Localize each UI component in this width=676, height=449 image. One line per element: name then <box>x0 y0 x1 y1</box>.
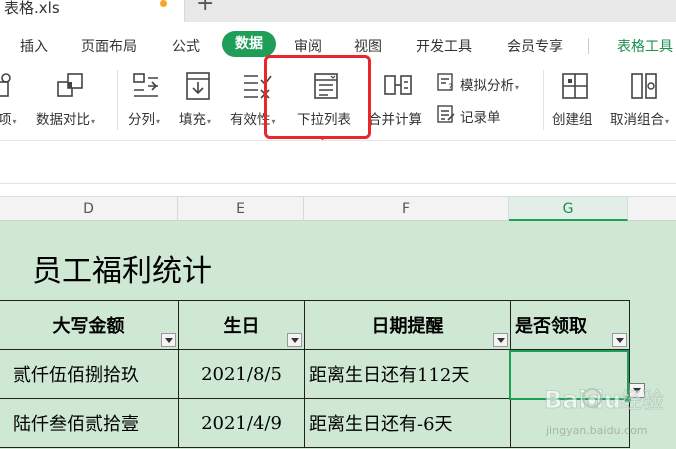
fill-label: 填充 <box>179 112 206 128</box>
filter-dropdown-icon[interactable] <box>287 333 302 347</box>
menu-formula[interactable]: 公式 <box>172 36 200 56</box>
merge-calc-icon <box>384 75 412 95</box>
sheet-title[interactable]: 员工福利统计 <box>32 246 212 290</box>
header-cell-claimed[interactable]: 是否领取 <box>510 300 630 350</box>
column-header-d[interactable]: D <box>0 197 178 221</box>
header-label: 日期提醒 <box>371 316 444 337</box>
dropdown-caret-icon: ▾ <box>207 117 212 126</box>
file-tab-label: 表格.xls <box>4 0 60 17</box>
watermark-sub: jingyan.baidu.com <box>545 424 648 437</box>
svg-text:?: ? <box>448 83 453 92</box>
data-compare-button[interactable]: 数据对比▾ <box>34 66 110 136</box>
baidu-jingyan-watermark: Baidu 经验 jingyan.baidu.com <box>544 386 665 437</box>
tab-bar: 表格.xls + <box>0 0 676 22</box>
table-header-row: 大写金额 生日 日期提醒 是否领取 <box>0 300 630 350</box>
cell-birthday[interactable]: 2021/8/5 <box>178 349 305 399</box>
cell-amount[interactable]: 陆仟叁佰贰拾壹 <box>0 398 179 448</box>
menu-data[interactable]: 数据 <box>222 31 276 57</box>
dropdown-caret-icon: ▾ <box>665 117 670 126</box>
dropdown-caret-icon: ▾ <box>515 83 520 92</box>
filter-dropdown-icon[interactable] <box>612 333 627 347</box>
filter-dropdown-icon[interactable] <box>493 333 508 347</box>
partial-tool-button[interactable]: 项▾ <box>0 66 20 136</box>
what-if-icon: ? <box>437 73 453 92</box>
partial-tool-label: 项 <box>0 112 12 128</box>
dropdown-caret-icon: ▾ <box>91 117 96 126</box>
ungroup-label: 取消组合 <box>610 112 664 128</box>
header-label: 生日 <box>223 316 260 337</box>
menu-table-tools[interactable]: 表格工具 <box>617 36 673 56</box>
cell-reminder[interactable]: 距离生日还有-6天 <box>304 398 511 448</box>
formula-bar-divider <box>0 183 676 184</box>
filter-dropdown-icon[interactable] <box>161 333 176 347</box>
record-form-label: 记录单 <box>460 110 501 126</box>
record-form-button[interactable]: 记录单 <box>436 102 536 126</box>
header-cell-amount[interactable]: 大写金额 <box>0 300 179 350</box>
split-column-icon <box>133 73 158 97</box>
create-group-label: 创建组 <box>552 112 593 128</box>
column-header-f[interactable]: F <box>304 197 509 221</box>
toolbar-divider <box>543 70 544 130</box>
fill-button[interactable]: 填充▾ <box>176 66 220 136</box>
data-compare-icon <box>57 73 83 97</box>
menu-divider <box>588 38 589 54</box>
menu-member[interactable]: 会员专享 <box>507 36 563 56</box>
cell-amount[interactable]: 贰仟伍佰捌拾玖 <box>0 349 179 399</box>
merge-calc-label: 合并计算 <box>368 112 422 128</box>
menu-review[interactable]: 审阅 <box>294 36 322 56</box>
cell-birthday[interactable]: 2021/4/9 <box>178 398 305 448</box>
column-header-e[interactable]: E <box>178 197 304 221</box>
toolbar-divider <box>117 70 118 130</box>
merge-calc-button[interactable]: 合并计算 <box>368 66 430 136</box>
header-cell-reminder[interactable]: 日期提醒 <box>304 300 511 350</box>
dropdown-caret-icon: ▾ <box>156 117 161 126</box>
column-header-g[interactable]: G <box>509 197 628 221</box>
unsaved-dot-icon <box>160 0 167 7</box>
menu-page-layout[interactable]: 页面布局 <box>81 36 137 56</box>
split-column-button[interactable]: 分列▾ <box>126 66 166 136</box>
header-label: 大写金额 <box>52 316 125 337</box>
what-if-label: 模拟分析 <box>460 78 514 94</box>
cell-reminder[interactable]: 距离生日还有112天 <box>304 349 511 399</box>
header-cell-birthday[interactable]: 生日 <box>178 300 305 350</box>
formula-bar-area <box>0 141 676 196</box>
highlight-box <box>264 55 371 139</box>
record-form-icon <box>437 105 455 123</box>
create-group-button[interactable]: 创建组 <box>548 66 602 136</box>
dropdown-caret-icon: ▾ <box>12 117 17 126</box>
data-compare-label: 数据对比 <box>36 112 90 128</box>
new-tab-button[interactable]: + <box>196 0 214 16</box>
menu-developer[interactable]: 开发工具 <box>416 36 472 56</box>
ungroup-button[interactable]: 取消组合▾ <box>608 66 676 136</box>
fill-icon <box>186 72 210 100</box>
file-tab[interactable]: 表格.xls <box>0 0 185 22</box>
header-label: 是否领取 <box>515 316 587 337</box>
watermark-text: 经验 <box>620 389 664 414</box>
what-if-button[interactable]: ? 模拟分析▾ <box>436 70 540 94</box>
split-column-label: 分列 <box>128 112 155 128</box>
create-group-icon <box>562 73 588 99</box>
partial-icon <box>0 73 11 97</box>
ungroup-icon <box>631 73 657 99</box>
column-header-bar: D E F G <box>0 196 676 221</box>
menu-view[interactable]: 视图 <box>354 36 382 56</box>
menu-insert[interactable]: 插入 <box>20 36 48 56</box>
